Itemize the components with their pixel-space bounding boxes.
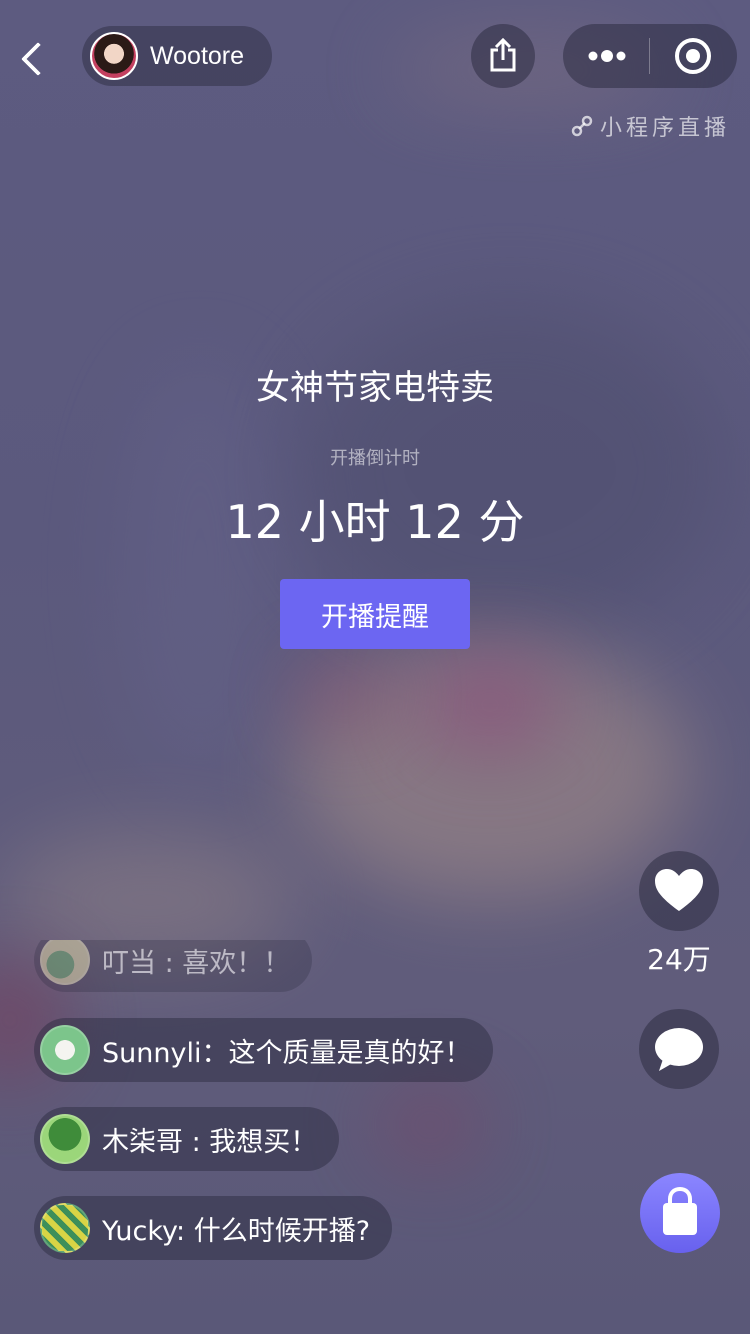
share-button[interactable] bbox=[471, 24, 535, 88]
comment-text: Sunnyli：这个质量是真的好！ bbox=[102, 1037, 472, 1069]
countdown-label: 开播倒计时 bbox=[330, 448, 420, 469]
back-icon[interactable] bbox=[14, 34, 54, 84]
avatar bbox=[40, 1203, 90, 1253]
link-icon bbox=[571, 115, 593, 137]
comment-item: Yucky: 什么时候开播? bbox=[34, 1196, 393, 1260]
comment-text: 木柒哥 : 我想买！ bbox=[102, 1126, 318, 1158]
comment-text: Yucky: 什么时候开播? bbox=[102, 1215, 371, 1247]
comment-icon bbox=[655, 1028, 703, 1071]
live-title: 女神节家电特卖 bbox=[256, 368, 494, 408]
comment-text: 叮当 : 喜欢！！ bbox=[102, 947, 291, 979]
shopping-bag-button[interactable] bbox=[640, 1173, 720, 1253]
more-icon[interactable] bbox=[587, 44, 627, 68]
share-icon bbox=[490, 38, 516, 72]
shopping-bag-icon bbox=[663, 1186, 697, 1235]
like-count: 24万 bbox=[647, 943, 711, 976]
close-target-icon[interactable] bbox=[674, 37, 712, 75]
like-button[interactable] bbox=[639, 851, 719, 931]
avatar bbox=[40, 1025, 90, 1075]
mini-program-capsule bbox=[563, 24, 737, 88]
comment-button[interactable] bbox=[639, 1009, 719, 1089]
mini-program-live-tag: 小程序直播 bbox=[570, 110, 730, 142]
avatar bbox=[40, 1114, 90, 1164]
countdown-value: 12 小时 12 分 bbox=[225, 495, 525, 549]
remind-button[interactable]: 开播提醒 bbox=[280, 579, 470, 649]
anchor-name: Wootore bbox=[150, 41, 245, 70]
mini-program-live-label: 小程序直播 bbox=[599, 116, 730, 141]
avatar bbox=[40, 940, 90, 985]
anchor-profile[interactable]: Wootore bbox=[82, 26, 272, 86]
comment-item: Sunnyli：这个质量是真的好！ bbox=[34, 1018, 494, 1082]
comment-item: 木柒哥 : 我想买！ bbox=[34, 1107, 340, 1171]
avatar bbox=[90, 32, 138, 80]
heart-icon bbox=[655, 869, 703, 911]
